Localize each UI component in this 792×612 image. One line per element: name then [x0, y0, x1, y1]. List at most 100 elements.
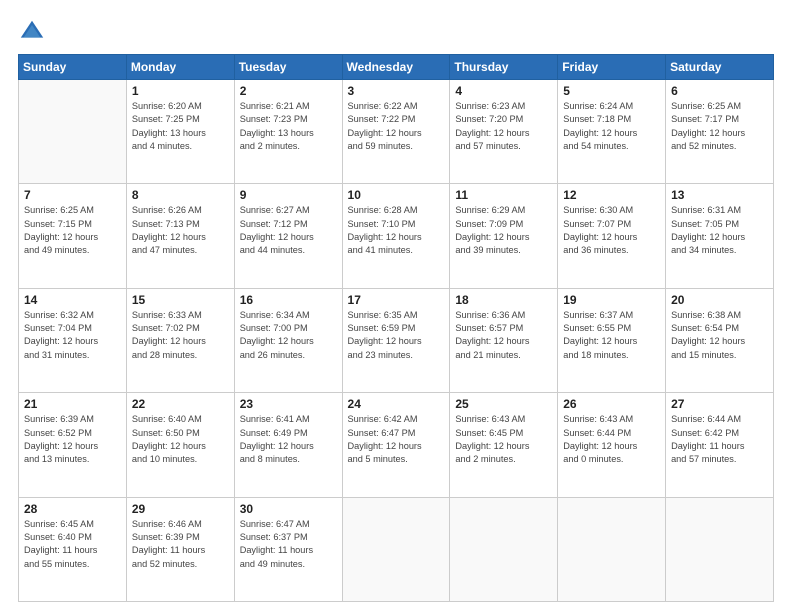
- day-number: 10: [348, 188, 445, 202]
- calendar-table: SundayMondayTuesdayWednesdayThursdayFrid…: [18, 54, 774, 602]
- day-info: Sunrise: 6:32 AMSunset: 7:04 PMDaylight:…: [24, 309, 121, 362]
- day-number: 17: [348, 293, 445, 307]
- header-cell-monday: Monday: [126, 55, 234, 80]
- page: SundayMondayTuesdayWednesdayThursdayFrid…: [0, 0, 792, 612]
- day-cell: [342, 497, 450, 601]
- day-info: Sunrise: 6:47 AMSunset: 6:37 PMDaylight:…: [240, 518, 337, 571]
- day-cell: 9 Sunrise: 6:27 AMSunset: 7:12 PMDaylight…: [234, 184, 342, 288]
- day-cell: 10 Sunrise: 6:28 AMSunset: 7:10 PMDayligh…: [342, 184, 450, 288]
- day-number: 20: [671, 293, 768, 307]
- day-number: 27: [671, 397, 768, 411]
- day-cell: 7Sunrise: 6:25 AMSunset: 7:15 PMDaylight…: [19, 184, 127, 288]
- day-number: 8: [132, 188, 229, 202]
- week-row-3: 14Sunrise: 6:32 AMSunset: 7:04 PMDayligh…: [19, 288, 774, 392]
- header-cell-saturday: Saturday: [666, 55, 774, 80]
- day-info: Sunrise: 6:25 AMSunset: 7:15 PMDaylight:…: [24, 204, 121, 257]
- day-cell: 8 Sunrise: 6:26 AMSunset: 7:13 PMDaylight…: [126, 184, 234, 288]
- day-cell: 11 Sunrise: 6:29 AMSunset: 7:09 PMDayligh…: [450, 184, 558, 288]
- day-cell: 17 Sunrise: 6:35 AMSunset: 6:59 PMDayligh…: [342, 288, 450, 392]
- day-cell: 12Sunrise: 6:30 AMSunset: 7:07 PMDayligh…: [558, 184, 666, 288]
- day-cell: 3Sunrise: 6:22 AMSunset: 7:22 PMDaylight…: [342, 80, 450, 184]
- day-cell: [558, 497, 666, 601]
- day-number: 9: [240, 188, 337, 202]
- header-cell-tuesday: Tuesday: [234, 55, 342, 80]
- day-cell: 18 Sunrise: 6:36 AMSunset: 6:57 PMDayligh…: [450, 288, 558, 392]
- day-info: Sunrise: 6:21 AMSunset: 7:23 PMDaylight:…: [240, 100, 337, 153]
- header-cell-thursday: Thursday: [450, 55, 558, 80]
- day-info: Sunrise: 6:39 AMSunset: 6:52 PMDaylight:…: [24, 413, 121, 466]
- day-number: 15: [132, 293, 229, 307]
- day-cell: 1 Sunrise: 6:20 AMSunset: 7:25 PMDaylight…: [126, 80, 234, 184]
- week-row-5: 28 Sunrise: 6:45 AMSunset: 6:40 PMDayligh…: [19, 497, 774, 601]
- day-number: 21: [24, 397, 121, 411]
- header-cell-sunday: Sunday: [19, 55, 127, 80]
- day-number: 3: [348, 84, 445, 98]
- day-number: 29: [132, 502, 229, 516]
- header-cell-friday: Friday: [558, 55, 666, 80]
- day-info: Sunrise: 6:43 AMSunset: 6:44 PMDaylight:…: [563, 413, 660, 466]
- day-info: Sunrise: 6:23 AMSunset: 7:20 PMDaylight:…: [455, 100, 552, 153]
- day-number: 25: [455, 397, 552, 411]
- day-cell: [666, 497, 774, 601]
- day-info: Sunrise: 6:33 AMSunset: 7:02 PMDaylight:…: [132, 309, 229, 362]
- day-number: 22: [132, 397, 229, 411]
- header-cell-wednesday: Wednesday: [342, 55, 450, 80]
- day-cell: 29 Sunrise: 6:46 AMSunset: 6:39 PMDayligh…: [126, 497, 234, 601]
- day-number: 30: [240, 502, 337, 516]
- day-number: 16: [240, 293, 337, 307]
- day-cell: 23Sunrise: 6:41 AMSunset: 6:49 PMDayligh…: [234, 393, 342, 497]
- day-number: 2: [240, 84, 337, 98]
- calendar-body: 1 Sunrise: 6:20 AMSunset: 7:25 PMDaylight…: [19, 80, 774, 602]
- day-cell: 2 Sunrise: 6:21 AMSunset: 7:23 PMDaylight…: [234, 80, 342, 184]
- day-info: Sunrise: 6:40 AMSunset: 6:50 PMDaylight:…: [132, 413, 229, 466]
- day-info: Sunrise: 6:24 AMSunset: 7:18 PMDaylight:…: [563, 100, 660, 153]
- day-info: Sunrise: 6:36 AMSunset: 6:57 PMDaylight:…: [455, 309, 552, 362]
- day-info: Sunrise: 6:29 AMSunset: 7:09 PMDaylight:…: [455, 204, 552, 257]
- day-info: Sunrise: 6:26 AMSunset: 7:13 PMDaylight:…: [132, 204, 229, 257]
- day-number: 1: [132, 84, 229, 98]
- day-cell: 30 Sunrise: 6:47 AMSunset: 6:37 PMDayligh…: [234, 497, 342, 601]
- day-cell: 22 Sunrise: 6:40 AMSunset: 6:50 PMDayligh…: [126, 393, 234, 497]
- day-number: 28: [24, 502, 121, 516]
- day-cell: 19 Sunrise: 6:37 AMSunset: 6:55 PMDayligh…: [558, 288, 666, 392]
- day-info: Sunrise: 6:27 AMSunset: 7:12 PMDaylight:…: [240, 204, 337, 257]
- day-number: 19: [563, 293, 660, 307]
- logo: [18, 18, 50, 46]
- day-info: Sunrise: 6:43 AMSunset: 6:45 PMDaylight:…: [455, 413, 552, 466]
- week-row-1: 1 Sunrise: 6:20 AMSunset: 7:25 PMDaylight…: [19, 80, 774, 184]
- day-info: Sunrise: 6:42 AMSunset: 6:47 PMDaylight:…: [348, 413, 445, 466]
- day-info: Sunrise: 6:35 AMSunset: 6:59 PMDaylight:…: [348, 309, 445, 362]
- day-cell: 26Sunrise: 6:43 AMSunset: 6:44 PMDayligh…: [558, 393, 666, 497]
- day-number: 18: [455, 293, 552, 307]
- day-info: Sunrise: 6:25 AMSunset: 7:17 PMDaylight:…: [671, 100, 768, 153]
- day-info: Sunrise: 6:20 AMSunset: 7:25 PMDaylight:…: [132, 100, 229, 153]
- day-info: Sunrise: 6:37 AMSunset: 6:55 PMDaylight:…: [563, 309, 660, 362]
- day-cell: [19, 80, 127, 184]
- week-row-4: 21 Sunrise: 6:39 AMSunset: 6:52 PMDayligh…: [19, 393, 774, 497]
- day-cell: 6 Sunrise: 6:25 AMSunset: 7:17 PMDaylight…: [666, 80, 774, 184]
- day-info: Sunrise: 6:46 AMSunset: 6:39 PMDaylight:…: [132, 518, 229, 571]
- day-info: Sunrise: 6:38 AMSunset: 6:54 PMDaylight:…: [671, 309, 768, 362]
- day-cell: 5Sunrise: 6:24 AMSunset: 7:18 PMDaylight…: [558, 80, 666, 184]
- day-info: Sunrise: 6:45 AMSunset: 6:40 PMDaylight:…: [24, 518, 121, 571]
- day-number: 11: [455, 188, 552, 202]
- day-number: 6: [671, 84, 768, 98]
- day-number: 4: [455, 84, 552, 98]
- day-number: 23: [240, 397, 337, 411]
- day-cell: 21 Sunrise: 6:39 AMSunset: 6:52 PMDayligh…: [19, 393, 127, 497]
- day-cell: 25 Sunrise: 6:43 AMSunset: 6:45 PMDayligh…: [450, 393, 558, 497]
- day-info: Sunrise: 6:31 AMSunset: 7:05 PMDaylight:…: [671, 204, 768, 257]
- day-cell: 27 Sunrise: 6:44 AMSunset: 6:42 PMDayligh…: [666, 393, 774, 497]
- logo-icon: [18, 18, 46, 46]
- day-cell: 16 Sunrise: 6:34 AMSunset: 7:00 PMDayligh…: [234, 288, 342, 392]
- day-number: 24: [348, 397, 445, 411]
- day-cell: 28 Sunrise: 6:45 AMSunset: 6:40 PMDayligh…: [19, 497, 127, 601]
- day-info: Sunrise: 6:28 AMSunset: 7:10 PMDaylight:…: [348, 204, 445, 257]
- day-cell: [450, 497, 558, 601]
- day-info: Sunrise: 6:44 AMSunset: 6:42 PMDaylight:…: [671, 413, 768, 466]
- day-cell: 20 Sunrise: 6:38 AMSunset: 6:54 PMDayligh…: [666, 288, 774, 392]
- day-cell: 24 Sunrise: 6:42 AMSunset: 6:47 PMDayligh…: [342, 393, 450, 497]
- day-info: Sunrise: 6:34 AMSunset: 7:00 PMDaylight:…: [240, 309, 337, 362]
- day-cell: 15 Sunrise: 6:33 AMSunset: 7:02 PMDayligh…: [126, 288, 234, 392]
- day-cell: 13Sunrise: 6:31 AMSunset: 7:05 PMDayligh…: [666, 184, 774, 288]
